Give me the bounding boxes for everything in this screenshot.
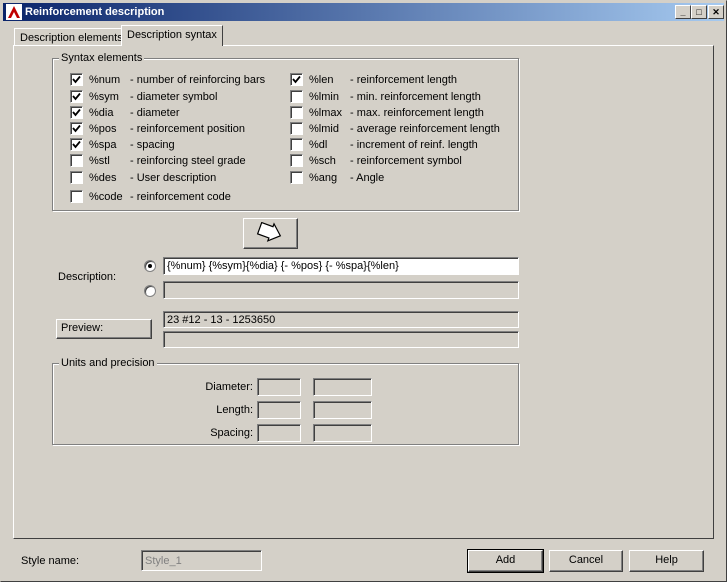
syntax-description: - diameter xyxy=(130,107,180,119)
syntax-code: %sym xyxy=(89,91,119,103)
syntax-code: %stl xyxy=(89,155,110,167)
title-bar[interactable]: Reinforcement description _ □ ✕ xyxy=(3,3,724,21)
syntax-description: - reinforcement symbol xyxy=(350,155,462,167)
description-label: Description: xyxy=(58,271,117,283)
checkbox-dia[interactable] xyxy=(70,106,83,119)
syntax-description: - spacing xyxy=(130,139,175,151)
syntax-description: - reinforcement position xyxy=(130,123,245,135)
syntax-description: - diameter symbol xyxy=(130,91,218,103)
cancel-button[interactable]: Cancel xyxy=(549,550,623,572)
units-row-label: Spacing: xyxy=(210,427,253,439)
close-button[interactable]: ✕ xyxy=(708,5,724,19)
syntax-code: %code xyxy=(89,191,123,203)
units-row-label: Length: xyxy=(216,404,253,416)
help-button[interactable]: Help xyxy=(629,550,704,572)
syntax-code: %spa xyxy=(89,139,117,151)
tab-label: Description elements xyxy=(20,32,123,44)
insert-arrow-icon xyxy=(256,222,282,242)
syntax-description: - increment of reinf. length xyxy=(350,139,478,151)
description-line1-radio[interactable] xyxy=(144,260,156,272)
units-row-label: Diameter: xyxy=(205,381,253,393)
syntax-code: %lmin xyxy=(309,91,339,103)
units-precision-title: Units and precision xyxy=(59,357,157,369)
checkbox-code[interactable] xyxy=(70,190,83,203)
app-icon xyxy=(6,4,22,20)
checkbox-sch[interactable] xyxy=(290,154,303,167)
tab-label: Description syntax xyxy=(127,29,217,41)
syntax-description: - number of reinforcing bars xyxy=(130,74,266,86)
preview-line1: 23 #12 - 13 - 1253650 xyxy=(163,311,519,328)
syntax-code: %dl xyxy=(309,139,328,151)
style-name-input[interactable]: Style_1 xyxy=(141,550,262,571)
checkbox-stl[interactable] xyxy=(70,154,83,167)
checkbox-lmax[interactable] xyxy=(290,106,303,119)
add-button[interactable]: Add xyxy=(467,549,544,573)
maximize-icon: □ xyxy=(696,7,702,17)
window-title: Reinforcement description xyxy=(25,6,165,18)
syntax-code: %dia xyxy=(89,107,114,119)
syntax-description: - max. reinforcement length xyxy=(350,107,484,119)
syntax-description: - reinforcing steel grade xyxy=(130,155,246,167)
minimize-button[interactable]: _ xyxy=(675,5,691,19)
tab-description-elements[interactable]: Description elements xyxy=(14,28,129,45)
syntax-code: %lmid xyxy=(309,123,339,135)
preview-button[interactable]: Preview: xyxy=(56,319,152,339)
dialog-window: Reinforcement description _ □ ✕ Descript… xyxy=(0,0,727,582)
tab-description-syntax[interactable]: Description syntax xyxy=(121,25,223,46)
units-precision-select[interactable] xyxy=(313,378,372,396)
syntax-code: %sch xyxy=(309,155,336,167)
style-name-label: Style name: xyxy=(21,555,80,567)
syntax-description: - average reinforcement length xyxy=(350,123,500,135)
checkbox-sym[interactable] xyxy=(70,90,83,103)
syntax-description: - reinforcement length xyxy=(350,74,457,86)
syntax-code: %ang xyxy=(309,172,338,184)
checkbox-ang[interactable] xyxy=(290,171,303,184)
checkbox-lmid[interactable] xyxy=(290,122,303,135)
checkbox-len[interactable] xyxy=(290,73,303,86)
close-icon: ✕ xyxy=(712,7,720,17)
syntax-description: - Angle xyxy=(350,172,385,184)
description-line1-input[interactable]: {%num} {%sym}{%dia} {- %pos} {- %spa}{%l… xyxy=(163,257,519,275)
insert-syntax-button[interactable] xyxy=(243,218,298,249)
syntax-code: %len xyxy=(309,74,334,86)
syntax-code: %des xyxy=(89,172,117,184)
checkbox-spa[interactable] xyxy=(70,138,83,151)
maximize-button[interactable]: □ xyxy=(691,5,707,19)
radio-dot xyxy=(148,264,152,268)
units-unit-select[interactable] xyxy=(257,401,301,419)
checkbox-des[interactable] xyxy=(70,171,83,184)
syntax-description: - User description xyxy=(130,172,217,184)
syntax-code: %lmax xyxy=(309,107,343,119)
syntax-description: - reinforcement code xyxy=(130,191,231,203)
syntax-code: %pos xyxy=(89,123,117,135)
checkbox-num[interactable] xyxy=(70,73,83,86)
description-line2-input[interactable] xyxy=(163,281,519,299)
minimize-icon: _ xyxy=(680,7,686,17)
units-precision-select[interactable] xyxy=(313,424,372,442)
syntax-elements-title: Syntax elements xyxy=(59,52,145,64)
description-line2-radio[interactable] xyxy=(144,285,156,297)
checkbox-lmin[interactable] xyxy=(290,90,303,103)
syntax-description: - min. reinforcement length xyxy=(350,91,481,103)
preview-line2 xyxy=(163,331,519,348)
checkbox-pos[interactable] xyxy=(70,122,83,135)
units-unit-select[interactable] xyxy=(257,378,301,396)
syntax-code: %num xyxy=(89,74,121,86)
units-precision-select[interactable] xyxy=(313,401,372,419)
units-unit-select[interactable] xyxy=(257,424,301,442)
checkbox-dl[interactable] xyxy=(290,138,303,151)
